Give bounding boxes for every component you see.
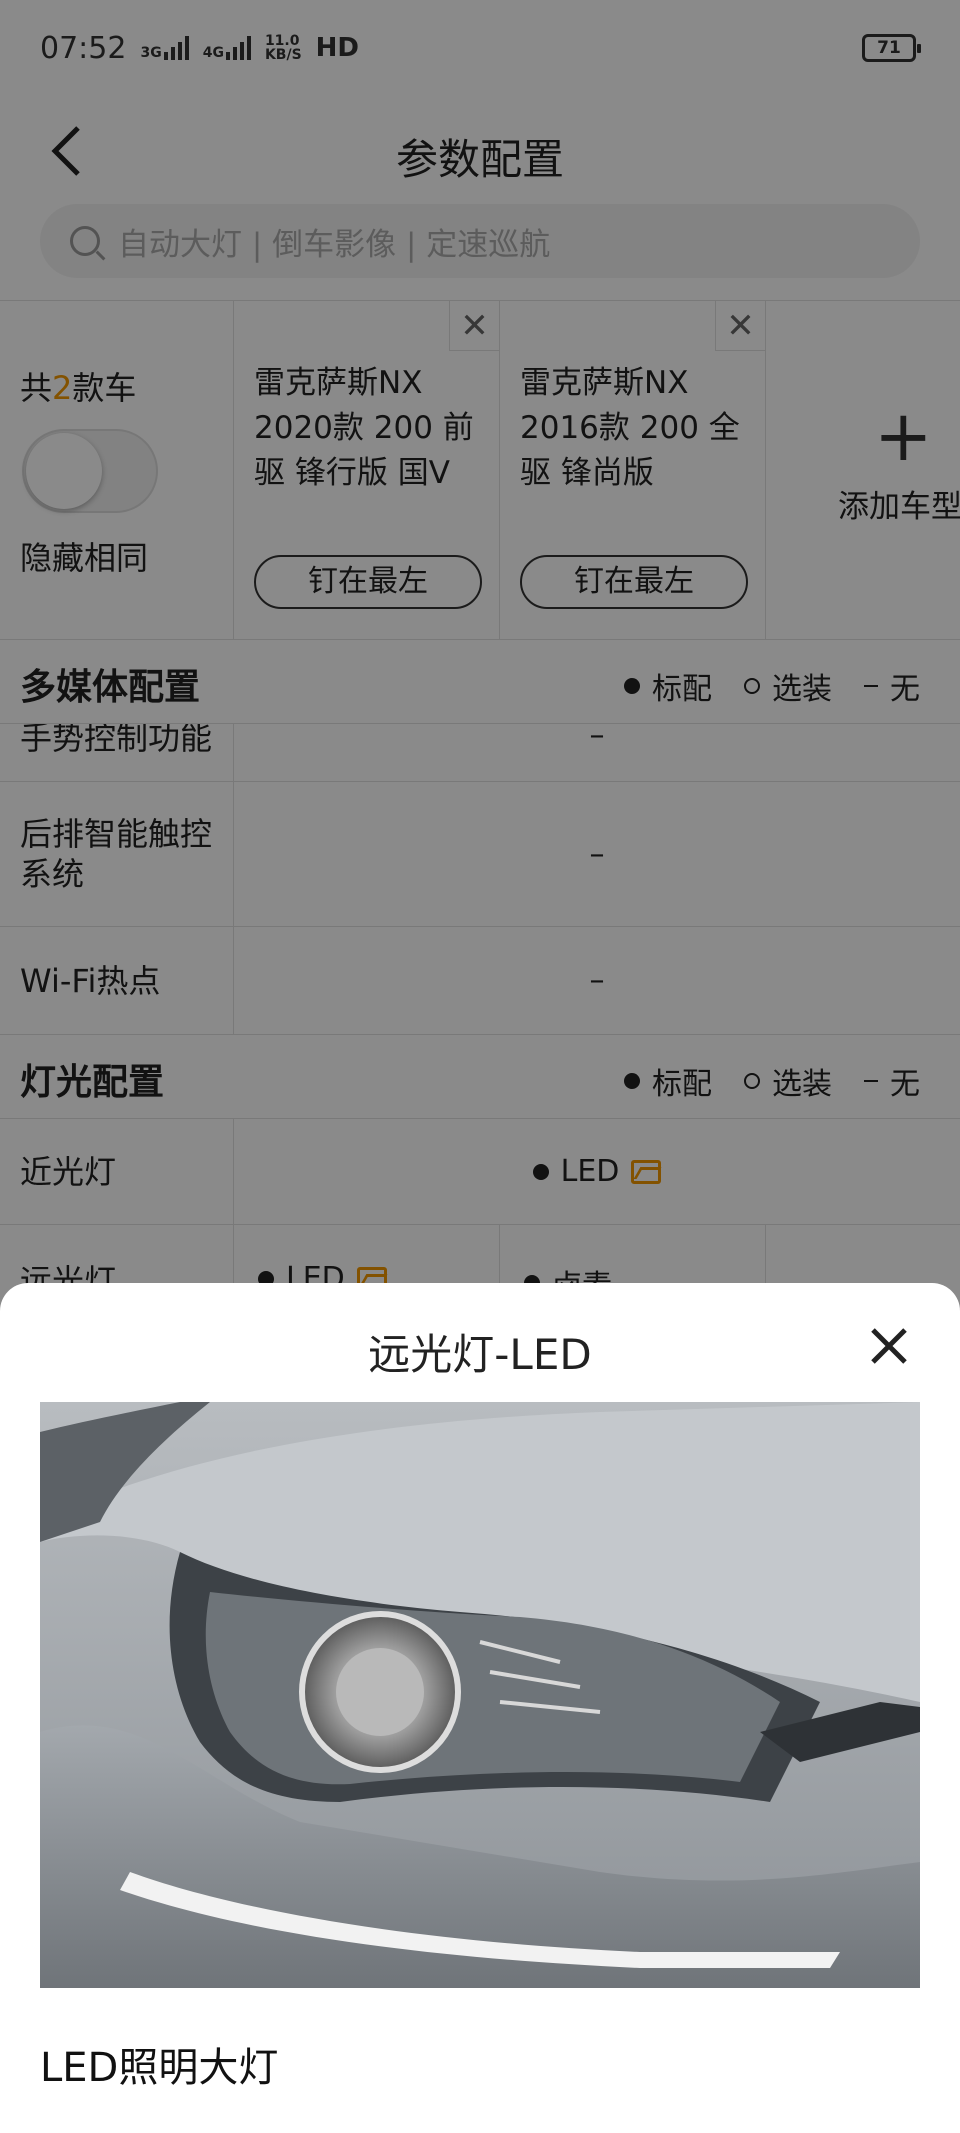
sheet-caption: LED照明大灯 (40, 2045, 279, 2091)
bottom-sheet: 远光灯-LED LED照明大灯 (0, 1283, 960, 2133)
headlight-image-icon (40, 1402, 920, 1988)
close-icon[interactable] (862, 1319, 916, 1373)
headlight-photo (40, 1402, 920, 1988)
sheet-title: 远光灯-LED (368, 1330, 592, 1379)
